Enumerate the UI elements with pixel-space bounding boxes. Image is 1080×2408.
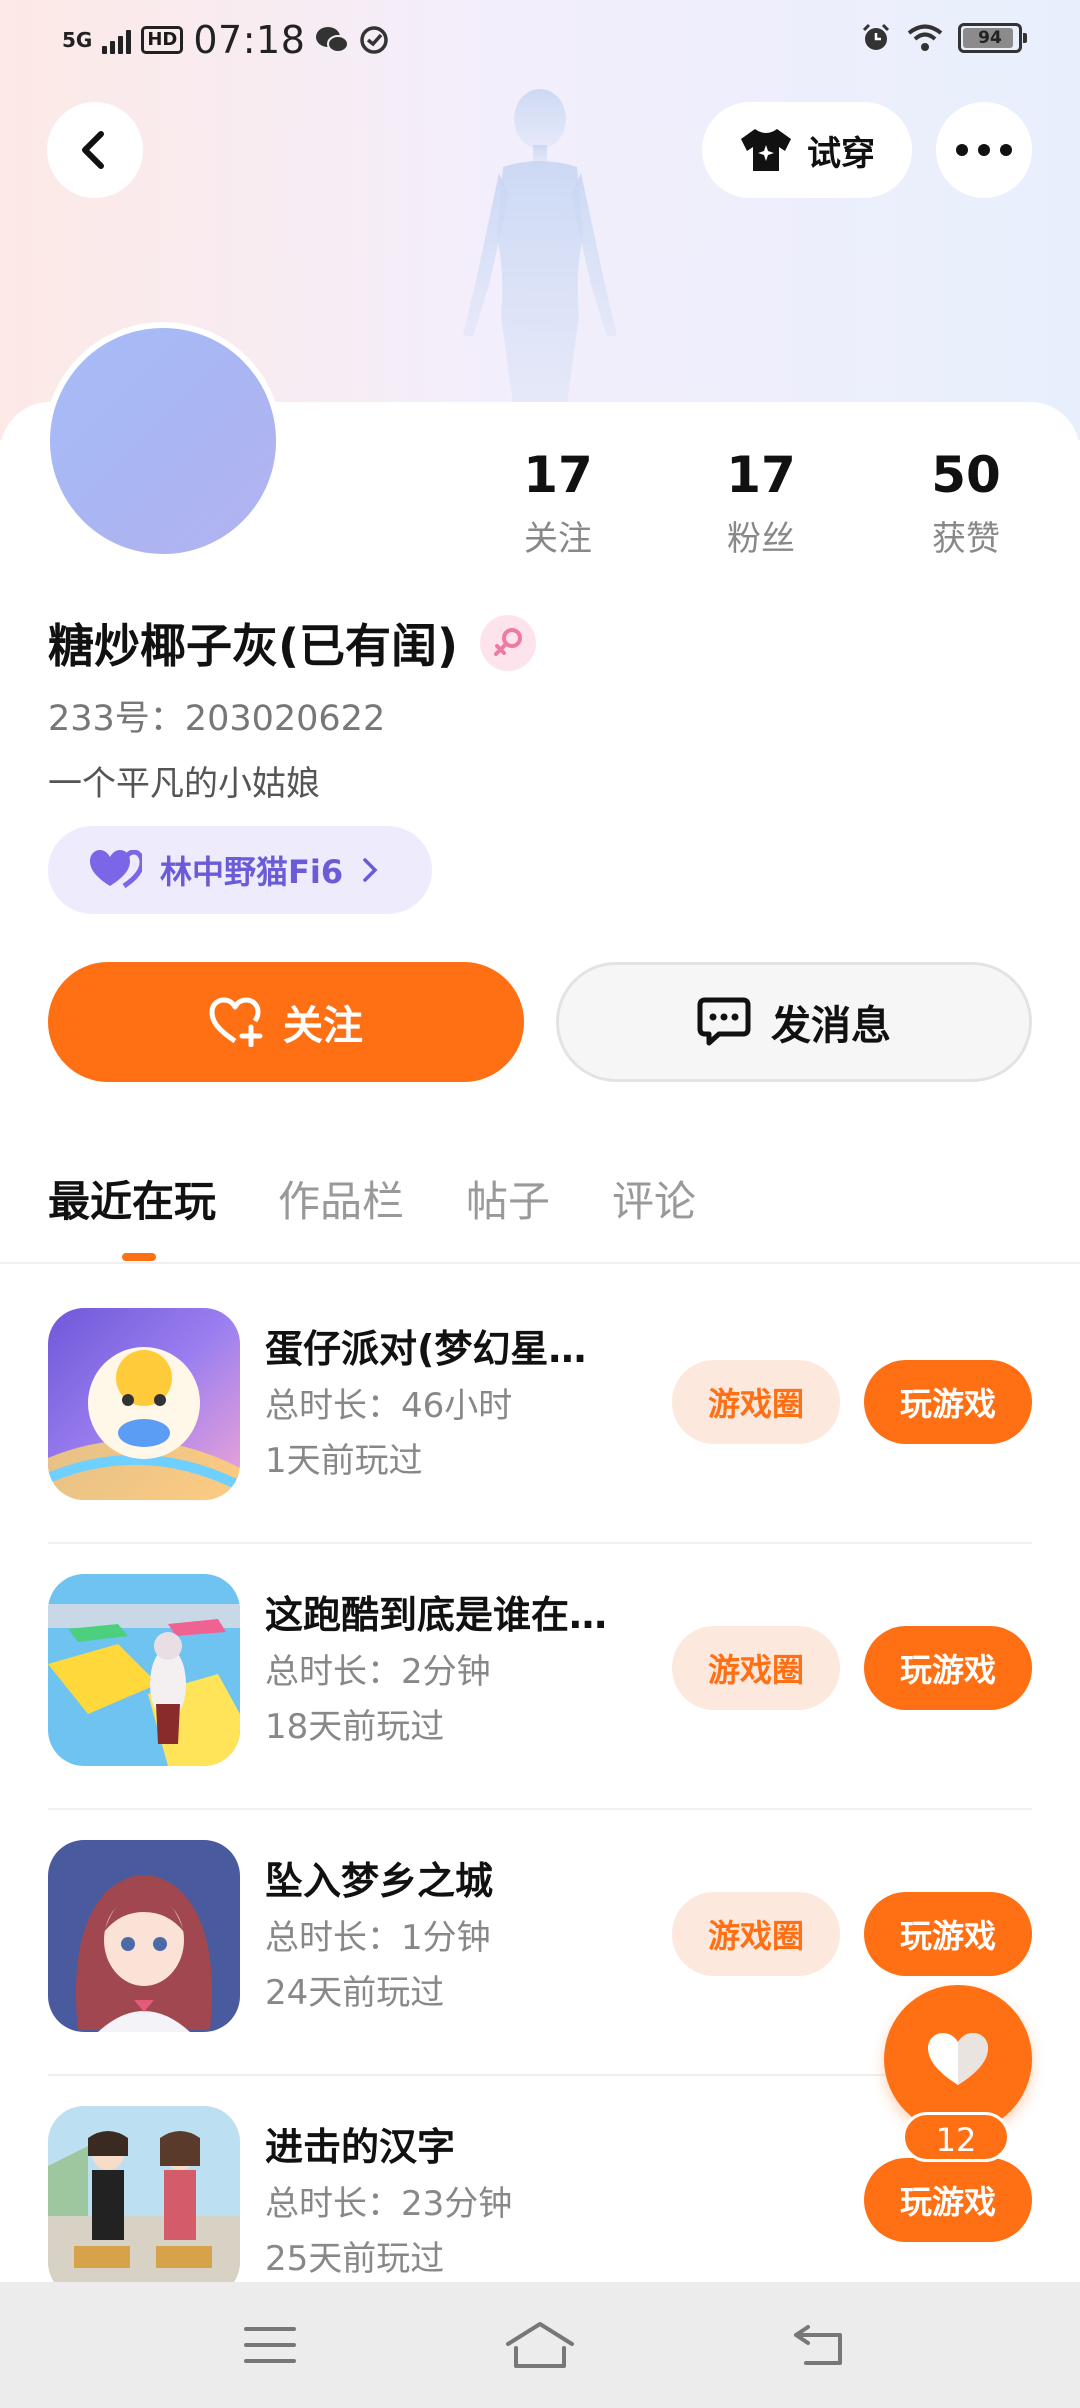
tab-works[interactable]: 作品栏 [278, 1168, 404, 1229]
chevron-right-icon [363, 858, 378, 882]
game-title: 这跑酷到底是谁在… [265, 1593, 608, 1637]
game-title: 进击的汉字 [265, 2125, 456, 2169]
stat-followers[interactable]: 17 粉丝 [681, 445, 841, 560]
game-title: 蛋仔派对(梦幻星… [265, 1327, 587, 1371]
back-button[interactable] [47, 102, 143, 198]
user-id: 233号：203020622 [48, 699, 386, 739]
tab-comments[interactable]: 评论 [612, 1168, 696, 1229]
game-duration: 总时长：23分钟 [265, 2184, 513, 2224]
back-nav-icon[interactable] [780, 2312, 860, 2378]
female-icon [480, 615, 537, 671]
message-button[interactable]: 发消息 [556, 962, 1032, 1082]
heart-plus-icon [209, 997, 263, 1047]
wifi-icon [907, 24, 943, 51]
profile-page: 5G HD 07:18 94 试穿 17 关注 17 粉丝 50 获赞 糖炒椰子… [0, 0, 1080, 2408]
try-on-button[interactable]: 试穿 [702, 102, 912, 198]
play-game-button[interactable]: 玩游戏 [864, 2158, 1032, 2242]
nickname: 糖炒椰子灰(已有闺) [48, 619, 459, 673]
bio: 一个平凡的小姑娘 [48, 764, 320, 804]
like-button[interactable] [884, 1985, 1032, 2133]
more-button[interactable] [936, 102, 1032, 198]
alarm-icon [862, 23, 890, 50]
play-game-button[interactable]: 玩游戏 [864, 1626, 1032, 1710]
game-icon-3[interactable] [48, 1840, 240, 2032]
message-label: 发消息 [771, 1003, 891, 1049]
game-title: 坠入梦乡之城 [265, 1859, 494, 1903]
battery-indicator: 94 [958, 23, 1027, 53]
profile-tabs: 最近在玩 作品栏 帖子 评论 [48, 1168, 696, 1229]
menu-icon[interactable] [230, 2312, 310, 2378]
home-icon[interactable] [500, 2312, 580, 2378]
follow-button[interactable]: 关注 [48, 962, 524, 1082]
like-count-badge: 12 [902, 2112, 1010, 2162]
task-check-icon [360, 26, 389, 54]
following-count: 17 [523, 446, 593, 504]
tabs-divider [0, 1262, 1080, 1264]
tshirt-icon [741, 129, 791, 171]
following-label: 关注 [524, 519, 592, 559]
game-last-played: 18天前玩过 [265, 1707, 445, 1747]
cp-name: 林中野猫Fi6 [160, 853, 344, 891]
clock-time: 07:18 [193, 18, 306, 62]
game-last-played: 24天前玩过 [265, 1973, 445, 2013]
wechat-icon [316, 27, 350, 53]
avatar-figure-illustration [463, 89, 617, 405]
battery-level: 94 [978, 28, 1002, 48]
try-on-label: 试穿 [807, 133, 875, 174]
game-last-played: 1天前玩过 [265, 1441, 423, 1481]
chat-bubble-icon [697, 997, 751, 1046]
system-navigation-bar [0, 2282, 1080, 2408]
play-game-button[interactable]: 玩游戏 [864, 1892, 1032, 1976]
game-icon-4[interactable] [48, 2106, 240, 2298]
status-bar-left: 5G HD 07:18 [62, 18, 389, 62]
status-bar: 5G HD 07:18 94 [0, 0, 1080, 80]
game-circle-button[interactable]: 游戏圈 [672, 1360, 840, 1444]
game-circle-button[interactable]: 游戏圈 [672, 1892, 840, 1976]
avatar[interactable] [44, 322, 282, 560]
heart-pair-icon [90, 850, 142, 889]
game-circle-button[interactable]: 游戏圈 [672, 1626, 840, 1710]
heart-icon [928, 2033, 988, 2085]
chevron-left-icon [82, 131, 104, 169]
likes-label: 获赞 [932, 519, 1000, 559]
stat-likes[interactable]: 50 获赞 [886, 445, 1046, 560]
status-bar-right: 94 [860, 22, 1027, 54]
game-duration: 总时长：46小时 [265, 1386, 513, 1426]
likes-count: 50 [931, 446, 1001, 504]
followers-label: 粉丝 [727, 519, 795, 559]
signal-icon [102, 26, 132, 54]
more-dots-icon [956, 144, 1012, 156]
game-row-2[interactable]: 这跑酷到底是谁在… 总时长：2分钟 18天前玩过 游戏圈 玩游戏 [0, 1544, 1080, 1810]
play-game-button[interactable]: 玩游戏 [864, 1360, 1032, 1444]
game-duration: 总时长：2分钟 [265, 1652, 491, 1692]
hd-badge: HD [141, 26, 184, 54]
tab-posts[interactable]: 帖子 [466, 1168, 550, 1229]
follow-label: 关注 [283, 1003, 363, 1049]
game-last-played: 25天前玩过 [265, 2239, 445, 2279]
name-row: 糖炒椰子灰(已有闺) [48, 610, 537, 676]
game-duration: 总时长：1分钟 [265, 1918, 491, 1958]
game-row-1[interactable]: 蛋仔派对(梦幻星… 总时长：46小时 1天前玩过 游戏圈 玩游戏 [0, 1278, 1080, 1544]
network-type: 5G [62, 28, 93, 52]
tab-recently-played[interactable]: 最近在玩 [48, 1168, 216, 1229]
game-icon-2[interactable] [48, 1574, 240, 1766]
game-icon-1[interactable] [48, 1308, 240, 1500]
active-tab-indicator [122, 1253, 156, 1261]
cp-relationship-chip[interactable]: 林中野猫Fi6 [48, 826, 432, 914]
followers-count: 17 [726, 446, 796, 504]
stat-following[interactable]: 17 关注 [478, 445, 638, 560]
